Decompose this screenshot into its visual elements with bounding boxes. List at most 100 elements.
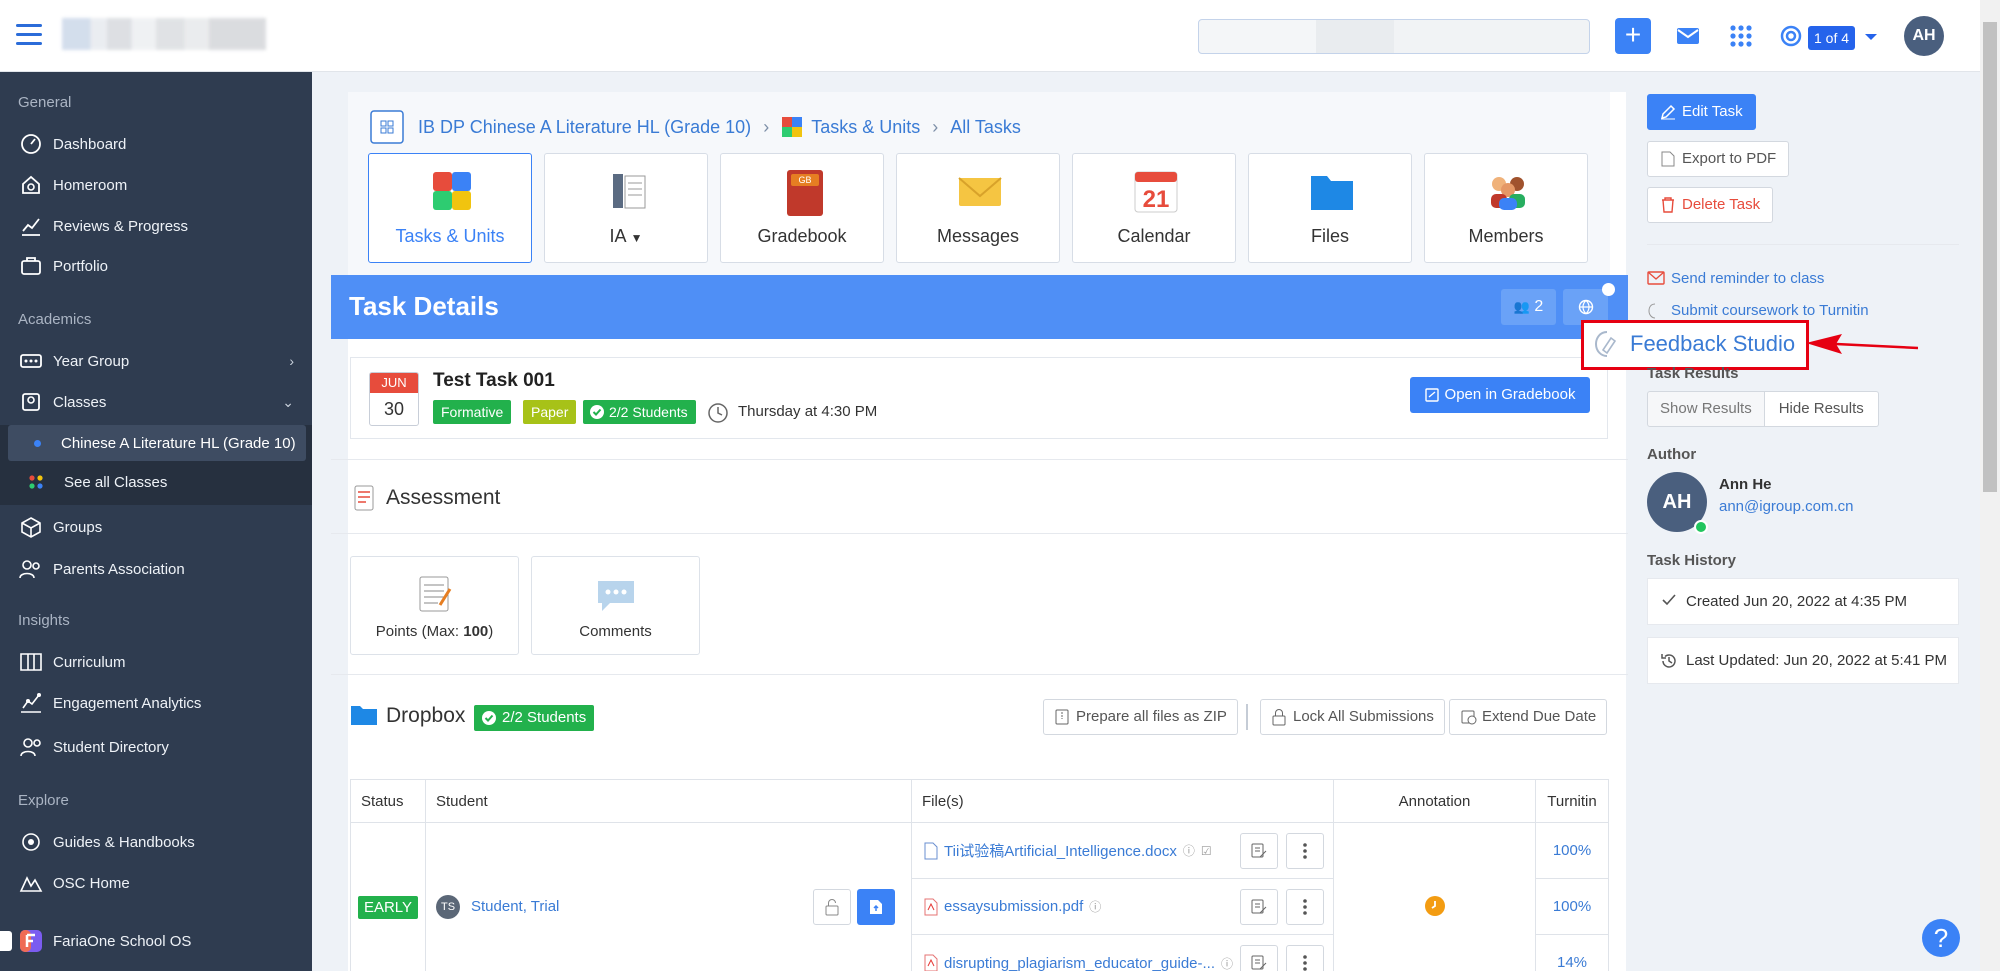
- show-results-button[interactable]: Show Results: [1647, 391, 1765, 427]
- sidebar-item-active-class[interactable]: Chinese A Literature HL (Grade 10): [8, 425, 306, 461]
- open-in-gradebook-button[interactable]: Open in Gradebook: [1410, 377, 1590, 413]
- comments-card[interactable]: Comments: [531, 556, 700, 655]
- sidebar-item-guides[interactable]: Guides & Handbooks: [0, 825, 312, 859]
- prepare-zip-button[interactable]: Prepare all files as ZIP: [1043, 699, 1238, 735]
- due-month: JUN: [370, 373, 418, 393]
- sidebar-item-year-group[interactable]: Year Group ›: [0, 344, 312, 378]
- due-day: 30: [383, 399, 405, 419]
- trash-icon: [1661, 197, 1675, 213]
- assessment-icon: [352, 484, 376, 512]
- breadcrumb-all-tasks[interactable]: All Tasks: [950, 117, 1021, 138]
- turnitin-score[interactable]: 100%: [1536, 823, 1608, 879]
- lock-icon: [1272, 708, 1286, 726]
- upload-file-button[interactable]: [857, 889, 895, 925]
- clock-icon: [707, 402, 729, 424]
- tile-messages[interactable]: Messages: [896, 153, 1060, 263]
- breadcrumb-course[interactable]: IB DP Chinese A Literature HL (Grade 10): [418, 117, 751, 138]
- dropbox-title: Dropbox: [386, 704, 466, 727]
- info-icon[interactable]: ⓘ: [1221, 955, 1233, 971]
- menu-icon[interactable]: [16, 24, 42, 46]
- author-email[interactable]: ann@igroup.com.cn: [1719, 498, 1853, 515]
- points-card[interactable]: Points (Max: 100): [350, 556, 519, 655]
- sidebar-item-portfolio[interactable]: Portfolio: [0, 249, 312, 283]
- edit-task-button[interactable]: Edit Task: [1647, 94, 1756, 130]
- tile-label: Files: [1310, 226, 1349, 246]
- sidebar-item-classes[interactable]: Classes ⌄: [0, 385, 312, 419]
- annotation-clock-icon[interactable]: [1424, 895, 1445, 916]
- more-options-icon[interactable]: [1286, 889, 1324, 925]
- add-button[interactable]: +: [1615, 18, 1651, 54]
- info-icon[interactable]: ⓘ: [1089, 898, 1101, 915]
- classes-icon: [17, 390, 45, 414]
- hide-results-button[interactable]: Hide Results: [1764, 391, 1879, 427]
- extend-due-date-button[interactable]: Extend Due Date: [1449, 699, 1608, 735]
- more-options-icon[interactable]: [1286, 945, 1324, 971]
- turnitin-score[interactable]: 14%: [1536, 935, 1608, 971]
- cube-icon: [17, 515, 45, 539]
- sidebar: General Dashboard Homeroom Reviews & Pro…: [0, 72, 312, 971]
- sidebar-item-label: Portfolio: [53, 257, 109, 275]
- submit-turnitin-link[interactable]: Submit coursework to Turnitin: [1647, 302, 1869, 319]
- help-lifebuoy-icon[interactable]: [1780, 25, 1802, 47]
- student-link[interactable]: Student, Trial: [471, 898, 559, 915]
- sidebar-item-see-all-classes[interactable]: See all Classes: [0, 465, 312, 499]
- sidebar-item-homeroom[interactable]: Homeroom: [0, 168, 312, 202]
- more-options-icon[interactable]: [1286, 833, 1324, 869]
- sidebar-item-osc[interactable]: OSC Home: [0, 866, 312, 900]
- tile-tasks-units[interactable]: Tasks & Units: [368, 153, 532, 263]
- sidebar-item-label: Reviews & Progress: [53, 217, 189, 235]
- sidebar-item-student-directory[interactable]: Student Directory: [0, 730, 312, 764]
- sidebar-item-reviews[interactable]: Reviews & Progress: [0, 209, 312, 243]
- checkmark-icon: [1662, 594, 1676, 606]
- course-tiles: Tasks & Units IA ▼ GB Gradebook Messages…: [368, 153, 1588, 263]
- sidebar-item-fariaone[interactable]: FariaOne School OS: [0, 924, 312, 958]
- sidebar-item-curriculum[interactable]: Curriculum: [0, 645, 312, 679]
- tile-gradebook[interactable]: GB Gradebook: [720, 153, 884, 263]
- sidebar-item-label: Classes: [53, 393, 107, 411]
- file-link[interactable]: Tii试验稿Artificial_Intelligence.docx: [944, 840, 1177, 861]
- tile-files[interactable]: Files: [1248, 153, 1412, 263]
- divider: [331, 459, 1628, 460]
- file-link[interactable]: disrupting_plagiarism_educator_guide-...: [944, 955, 1215, 971]
- folder-icon: [1309, 168, 1355, 214]
- tile-calendar[interactable]: 21 Calendar: [1072, 153, 1236, 263]
- checklist-icon[interactable]: ☑: [1201, 844, 1212, 858]
- delete-task-button[interactable]: Delete Task: [1647, 187, 1774, 223]
- help-button[interactable]: ?: [1922, 919, 1960, 957]
- sidebar-item-parents[interactable]: Parents Association: [0, 552, 312, 586]
- page-indicator[interactable]: 1 of 4: [1808, 26, 1856, 50]
- sidebar-item-engagement[interactable]: Engagement Analytics: [0, 686, 312, 720]
- unlock-button[interactable]: [813, 889, 851, 925]
- mail-icon[interactable]: [1676, 26, 1700, 46]
- status-badge: EARLY: [357, 896, 419, 919]
- annotate-button[interactable]: [1240, 889, 1278, 925]
- send-reminder-link[interactable]: Send reminder to class: [1647, 270, 1824, 287]
- briefcase-icon: [17, 254, 45, 278]
- search-input[interactable]: [1198, 19, 1590, 54]
- user-avatar[interactable]: AH: [1904, 16, 1944, 56]
- scrollbar-thumb[interactable]: [1983, 22, 1997, 492]
- apps-grid-icon[interactable]: [1730, 25, 1752, 47]
- badge-paper: Paper: [523, 400, 577, 424]
- members-count-button[interactable]: 👥 2: [1501, 289, 1556, 325]
- annotate-button[interactable]: [1240, 945, 1278, 971]
- grid-icon[interactable]: [370, 110, 404, 144]
- books-icon: [605, 168, 651, 214]
- info-icon[interactable]: ⓘ: [1183, 842, 1195, 859]
- turnitin-score[interactable]: 100%: [1536, 879, 1608, 935]
- divider: [331, 674, 1628, 675]
- sidebar-item-dashboard[interactable]: Dashboard: [0, 127, 312, 161]
- export-pdf-button[interactable]: Export to PDF: [1647, 141, 1790, 177]
- book-open-icon: [17, 650, 45, 674]
- annotate-button[interactable]: [1240, 833, 1278, 869]
- breadcrumb-tasks[interactable]: Tasks & Units: [811, 117, 920, 138]
- sidebar-item-label: Parents Association: [53, 560, 185, 578]
- tile-members[interactable]: Members: [1424, 153, 1588, 263]
- sidebar-item-groups[interactable]: Groups: [0, 510, 312, 544]
- chevron-down-icon[interactable]: [1865, 34, 1877, 40]
- lock-all-submissions-button[interactable]: Lock All Submissions: [1260, 699, 1445, 735]
- file-link[interactable]: essaysubmission.pdf: [944, 898, 1083, 915]
- tile-ia[interactable]: IA ▼: [544, 153, 708, 263]
- sidebar-item-label: Dashboard: [53, 135, 127, 153]
- sidebar-collapse-tab[interactable]: [0, 931, 12, 951]
